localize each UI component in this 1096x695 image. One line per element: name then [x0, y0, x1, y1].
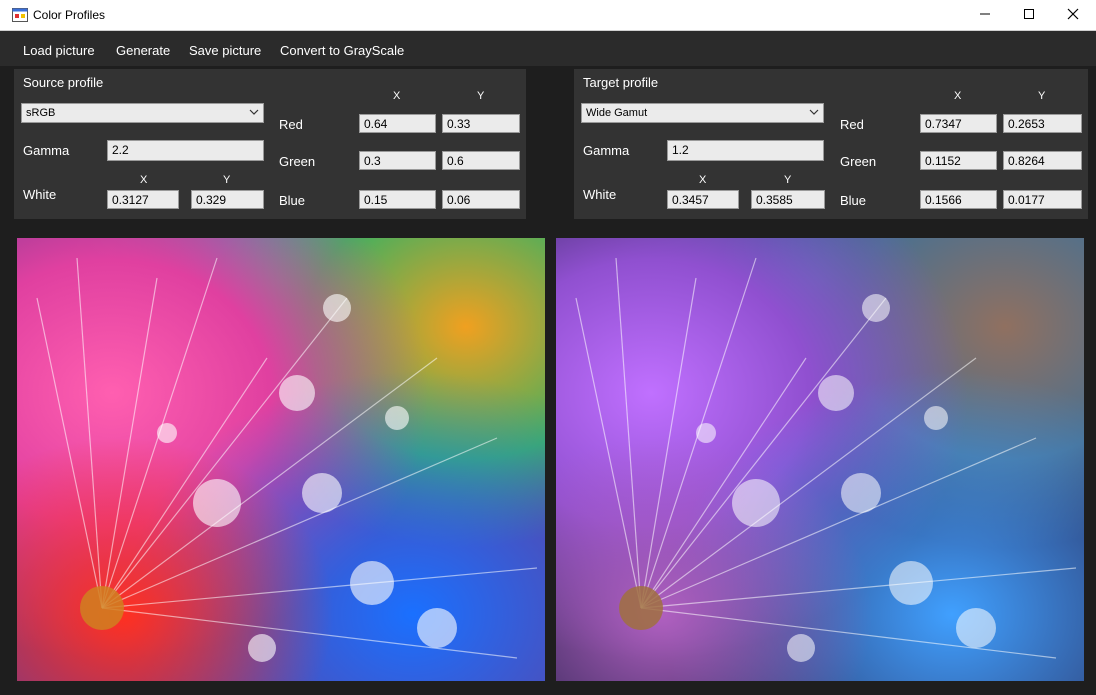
source-green-y-input[interactable]: 0.6 — [442, 151, 520, 170]
menu-save-picture[interactable]: Save picture — [189, 43, 261, 58]
close-button[interactable] — [1050, 0, 1096, 30]
window-title: Color Profiles — [33, 8, 106, 22]
source-blue-y-input[interactable]: 0.06 — [442, 190, 520, 209]
source-y-header: Y — [477, 90, 485, 102]
target-red-y-input[interactable]: 0.2653 — [1003, 114, 1082, 133]
target-white-x-header: X — [699, 174, 707, 186]
target-green-y-input[interactable]: 0.8264 — [1003, 151, 1082, 170]
source-gamma-input[interactable]: 2.2 — [107, 140, 264, 161]
menu-load-picture[interactable]: Load picture — [23, 43, 95, 58]
minimize-icon — [979, 7, 991, 23]
source-profile-select[interactable]: sRGB — [21, 103, 264, 123]
source-x-header: X — [393, 90, 401, 102]
target-x-header: X — [954, 90, 962, 102]
source-green-x-input[interactable]: 0.3 — [359, 151, 436, 170]
source-profile-panel: Source profile sRGB Gamma 2.2 White X Y … — [14, 69, 526, 219]
target-gamma-input[interactable]: 1.2 — [667, 140, 824, 161]
target-profile-value: Wide Gamut — [586, 107, 648, 119]
source-white-x-header: X — [140, 174, 148, 186]
source-white-label: White — [23, 187, 57, 202]
target-white-x-input[interactable]: 0.3457 — [667, 190, 739, 209]
source-blue-label: Blue — [279, 193, 306, 208]
menu-generate[interactable]: Generate — [116, 43, 170, 58]
target-profile-panel: Target profile Wide Gamut Gamma 1.2 Whit… — [574, 69, 1088, 219]
chevron-down-icon — [809, 107, 819, 117]
target-blue-x-input[interactable]: 0.1566 — [920, 190, 997, 209]
title-bar: Color Profiles — [0, 0, 1096, 31]
maximize-icon — [1023, 7, 1035, 23]
source-red-label: Red — [279, 117, 303, 132]
target-green-x-input[interactable]: 0.1152 — [920, 151, 997, 170]
target-gamma-label: Gamma — [583, 143, 630, 158]
target-blue-label: Blue — [840, 193, 867, 208]
minimize-button[interactable] — [962, 0, 1008, 30]
target-y-header: Y — [1038, 90, 1046, 102]
close-icon — [1067, 7, 1079, 23]
source-gamma-label: Gamma — [23, 143, 70, 158]
source-profile-value: sRGB — [26, 107, 56, 119]
target-picture — [556, 238, 1084, 681]
source-picture — [17, 238, 545, 681]
target-profile-title: Target profile — [583, 75, 659, 90]
source-green-label: Green — [279, 154, 316, 169]
target-profile-select[interactable]: Wide Gamut — [581, 103, 824, 123]
source-profile-title: Source profile — [23, 75, 104, 90]
target-red-label: Red — [840, 117, 864, 132]
target-red-x-input[interactable]: 0.7347 — [920, 114, 997, 133]
chevron-down-icon — [249, 107, 259, 117]
source-white-y-input[interactable]: 0.329 — [191, 190, 264, 209]
app-window-icon — [12, 8, 28, 22]
source-blue-x-input[interactable]: 0.15 — [359, 190, 436, 209]
menu-convert-grayscale[interactable]: Convert to GrayScale — [280, 43, 404, 58]
source-red-x-input[interactable]: 0.64 — [359, 114, 436, 133]
target-white-label: White — [583, 187, 617, 202]
source-red-y-input[interactable]: 0.33 — [442, 114, 520, 133]
menu-bar: Load picture Generate Save picture Conve… — [0, 31, 1096, 66]
source-white-x-input[interactable]: 0.3127 — [107, 190, 179, 209]
target-white-y-input[interactable]: 0.3585 — [751, 190, 825, 209]
target-white-y-header: Y — [784, 174, 792, 186]
maximize-button[interactable] — [1006, 0, 1052, 30]
source-white-y-header: Y — [223, 174, 231, 186]
target-blue-y-input[interactable]: 0.0177 — [1003, 190, 1082, 209]
target-green-label: Green — [840, 154, 877, 169]
